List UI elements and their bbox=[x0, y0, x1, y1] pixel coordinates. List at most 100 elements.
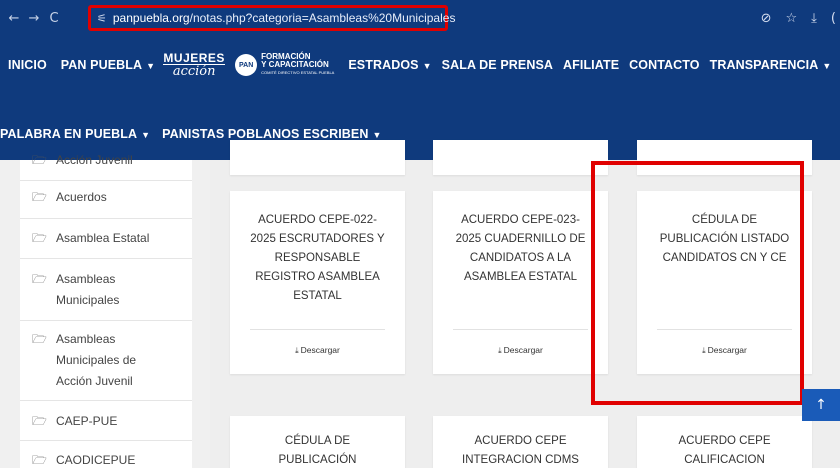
label-line: Municipales bbox=[56, 293, 120, 307]
title-line: ACUERDO CEPE-022- bbox=[258, 214, 377, 226]
title-line: CANDIDATOS CN Y CE bbox=[662, 252, 787, 264]
menu-afiliate[interactable]: AFILIATE bbox=[563, 58, 619, 72]
document-card[interactable]: ACUERDO CEPE-022- 2025 ESCRUTADORES Y RE… bbox=[230, 191, 405, 374]
title-line: ACUERDO CEPE bbox=[474, 435, 567, 447]
download-link[interactable]: ⤓ Descargar bbox=[433, 345, 608, 356]
title-line: CANDIDATOS A LA bbox=[469, 252, 572, 264]
sidebar-item-label: CAODICEPUE bbox=[56, 450, 135, 468]
download-icon: ⤓ bbox=[295, 346, 299, 355]
document-card[interactable]: ACUERDO CEPE-023- 2025 CUADERNILLO DE CA… bbox=[433, 191, 608, 374]
menu-label: INICIO bbox=[8, 58, 47, 72]
divider bbox=[20, 218, 192, 219]
folder-icon: 🗁 bbox=[32, 153, 47, 167]
sidebar-item-label: Acuerdos bbox=[56, 187, 107, 208]
divider bbox=[20, 320, 192, 321]
sidebar-item-label: Asambleas Municipales de Acción Juvenil bbox=[56, 329, 136, 392]
title-line: CÉDULA DE bbox=[691, 214, 758, 226]
url-host: panpuebla.org bbox=[112, 11, 190, 25]
download-icon[interactable]: ⤓ bbox=[811, 11, 817, 26]
menu-inicio[interactable]: INICIO bbox=[8, 58, 47, 72]
main-menu-row: INICIO PAN PUEBLA ▼ MUJERES acción PAN FO… bbox=[0, 46, 831, 84]
sidebar-item-label: CAEP-PUE bbox=[56, 411, 117, 432]
menu-label: TRANSPARENCIA bbox=[709, 58, 819, 72]
sidebar-item-asambleas-municipales-accion-juvenil[interactable]: 🗁 Asambleas Municipales de Acción Juveni… bbox=[32, 329, 182, 392]
card-title[interactable]: CÉDULA DE PUBLICACIÓN bbox=[240, 432, 395, 468]
sidebar-item-accion-juvenil[interactable]: 🗁 Acción Juvenil bbox=[32, 150, 182, 171]
menu-sala-de-prensa[interactable]: SALA DE PRENSA bbox=[442, 58, 553, 72]
reload-icon[interactable]: C bbox=[44, 11, 64, 26]
label-line: Acción Juvenil bbox=[56, 374, 133, 388]
download-icon: ⤓ bbox=[498, 346, 502, 355]
logo-text: FORMACIÓN Y CAPACITACIÓN COMITÉ DIRECTIV… bbox=[261, 53, 334, 77]
forward-arrow-icon[interactable]: → bbox=[24, 11, 44, 26]
site-info-icon[interactable]: ⚟ bbox=[97, 12, 107, 25]
menu-contacto[interactable]: CONTACTO bbox=[629, 58, 699, 72]
mujeres-accion-logo[interactable]: MUJERES acción bbox=[163, 46, 225, 84]
menu-label: ESTRADOS bbox=[348, 58, 419, 72]
divider bbox=[453, 329, 588, 330]
address-bar[interactable]: ⚟ panpuebla.org/notas.php?categoria=Asam… bbox=[88, 5, 455, 31]
menu-palabra-en-puebla[interactable]: PALABRA EN PUEBLA ▼ bbox=[0, 127, 150, 141]
download-link[interactable]: ⤓ Descargar bbox=[230, 345, 405, 356]
download-label: Descargar bbox=[300, 345, 340, 355]
sidebar-item-caep-pue[interactable]: 🗁 CAEP-PUE bbox=[32, 411, 182, 432]
title-line: RESPONSABLE bbox=[274, 252, 361, 264]
title-line: PUBLICACIÓN LISTADO bbox=[659, 233, 790, 245]
title-line: ACUERDO CEPE bbox=[678, 435, 771, 447]
profile-icon[interactable]: ( bbox=[831, 11, 836, 26]
divider bbox=[657, 329, 792, 330]
menu-label: PAN PUEBLA bbox=[60, 58, 143, 72]
divider bbox=[20, 258, 192, 259]
label-line: Asambleas bbox=[56, 272, 116, 286]
sidebar-item-caodicepue[interactable]: 🗁 CAODICEPUE bbox=[32, 450, 182, 468]
label-line: CAEP-PUE bbox=[56, 414, 118, 428]
bookmark-star-icon[interactable]: ☆ bbox=[786, 11, 798, 26]
document-card[interactable]: CÉDULA DE PUBLICACIÓN bbox=[230, 416, 405, 468]
download-link[interactable]: ⤓ Descargar bbox=[637, 345, 812, 356]
scroll-to-top-button[interactable]: ↑ bbox=[802, 389, 840, 421]
menu-pan-puebla[interactable]: PAN PUEBLA ▼ bbox=[61, 58, 155, 72]
folder-icon: 🗁 bbox=[32, 453, 47, 467]
folder-icon: 🗁 bbox=[32, 190, 47, 204]
card-title[interactable]: CÉDULA DE PUBLICACIÓN LISTADO CANDIDATOS… bbox=[647, 211, 802, 268]
menu-label: PANISTAS POBLANOS ESCRIBEN bbox=[162, 127, 369, 141]
card-partial bbox=[637, 140, 812, 175]
folder-icon: 🗁 bbox=[32, 231, 47, 245]
title-line: PUBLICACIÓN bbox=[278, 454, 357, 466]
url-text[interactable]: panpuebla.org/notas.php?categoria=Asambl… bbox=[113, 11, 456, 25]
sidebar-item-asamblea-estatal[interactable]: 🗁 Asamblea Estatal bbox=[32, 228, 182, 249]
menu-label: SALA DE PRENSA bbox=[441, 58, 554, 72]
lens-icon[interactable]: ⊘ bbox=[761, 11, 772, 26]
menu-label: AFILIATE bbox=[563, 58, 620, 72]
card-title[interactable]: ACUERDO CEPE-022- 2025 ESCRUTADORES Y RE… bbox=[240, 211, 395, 306]
caret-down-icon: ▼ bbox=[822, 61, 832, 71]
label-line: CAODICEPUE bbox=[56, 453, 136, 467]
title-line: ASAMBLEA ESTATAL bbox=[463, 271, 578, 283]
label-line: Acción Juvenil bbox=[56, 153, 133, 167]
label-line: Acuerdos bbox=[56, 190, 107, 204]
menu-panistas-poblanos-escriben[interactable]: PANISTAS POBLANOS ESCRIBEN ▼ bbox=[162, 127, 381, 141]
document-card[interactable]: ACUERDO CEPE CALIFICACION bbox=[637, 416, 812, 468]
card-title[interactable]: ACUERDO CEPE-023- 2025 CUADERNILLO DE CA… bbox=[443, 211, 598, 287]
back-arrow-icon[interactable]: ← bbox=[4, 11, 24, 26]
title-line: CALIFICACION bbox=[684, 454, 765, 466]
pan-logo-icon: PAN bbox=[235, 54, 258, 76]
document-card[interactable]: ACUERDO CEPE INTEGRACION CDMS bbox=[433, 416, 608, 468]
logo-line: Y CAPACITACIÓN bbox=[261, 60, 329, 69]
sidebar-item-asambleas-municipales[interactable]: 🗁 Asambleas Municipales bbox=[32, 269, 182, 311]
card-title[interactable]: ACUERDO CEPE INTEGRACION CDMS bbox=[443, 432, 598, 468]
menu-transparencia[interactable]: TRANSPARENCIA ▼ bbox=[710, 58, 832, 72]
menu-estrados[interactable]: ESTRADOS ▼ bbox=[348, 58, 431, 72]
title-line: INTEGRACION CDMS bbox=[462, 454, 579, 466]
download-label: Descargar bbox=[707, 345, 747, 355]
menu-label: CONTACTO bbox=[629, 58, 700, 72]
card-title[interactable]: ACUERDO CEPE CALIFICACION bbox=[647, 432, 802, 468]
title-line: CÉDULA DE bbox=[284, 435, 351, 447]
formacion-capacitacion-logo[interactable]: PAN FORMACIÓN Y CAPACITACIÓN COMITÉ DIRE… bbox=[235, 53, 334, 77]
document-card[interactable]: CÉDULA DE PUBLICACIÓN LISTADO CANDIDATOS… bbox=[637, 191, 812, 374]
sidebar-item-acuerdos[interactable]: 🗁 Acuerdos bbox=[32, 187, 182, 208]
menu-label: PALABRA EN PUEBLA bbox=[0, 127, 138, 141]
divider bbox=[20, 440, 192, 441]
caret-down-icon: ▼ bbox=[146, 61, 156, 71]
arrow-up-icon: ↑ bbox=[815, 397, 827, 413]
